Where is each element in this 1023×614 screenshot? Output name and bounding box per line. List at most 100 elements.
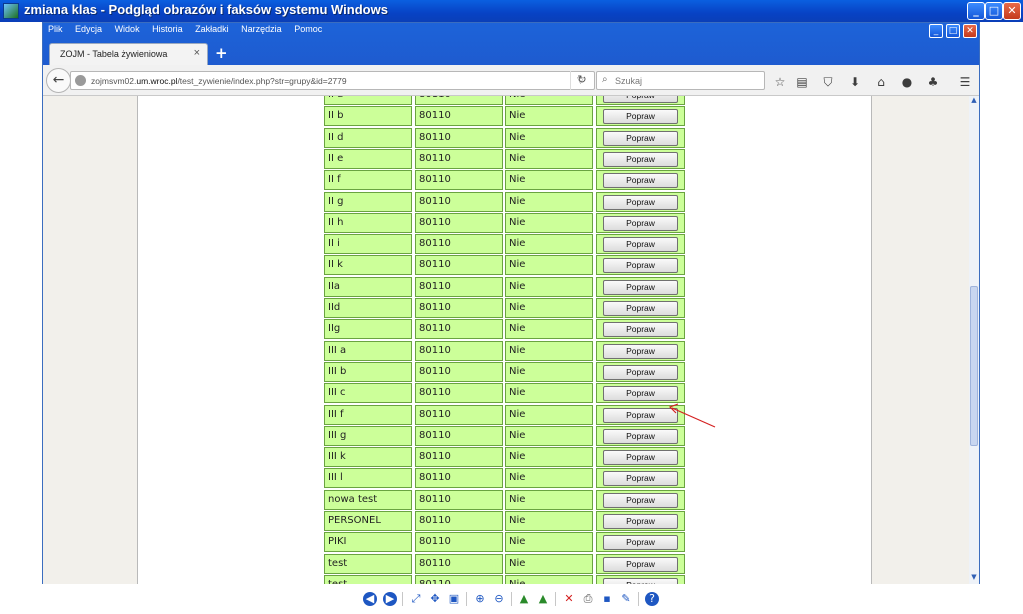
minimize-button[interactable]: _ <box>967 2 985 20</box>
code-cell: 80110 <box>415 511 503 531</box>
url-path: /test_zywienie/index.php?str=grupy&id=27… <box>177 76 347 86</box>
browser-maximize-button[interactable]: □ <box>946 24 960 38</box>
popraw-button[interactable]: Popraw <box>603 279 678 295</box>
bookmark-star-icon[interactable]: ☆ <box>773 75 787 89</box>
flag-cell: Nie <box>505 298 593 318</box>
home-icon[interactable]: ⌂ <box>874 75 888 89</box>
download-icon[interactable]: ⬇ <box>848 75 862 89</box>
menu-widok[interactable]: Widok <box>115 24 140 34</box>
menu-zakladki[interactable]: Zakładki <box>195 24 229 34</box>
flag-cell: Nie <box>505 447 593 468</box>
reading-list-icon[interactable]: ▤ <box>795 75 809 89</box>
hamburger-menu-icon[interactable]: ☰ <box>958 75 972 89</box>
best-fit-icon[interactable]: ⤢ <box>409 592 423 606</box>
popraw-button[interactable]: Popraw <box>603 343 678 359</box>
popraw-button[interactable]: Popraw <box>603 109 678 125</box>
popraw-button[interactable]: Popraw <box>603 407 678 423</box>
group-name-cell: III b <box>324 361 412 382</box>
popraw-button[interactable]: Popraw <box>603 194 678 210</box>
print-icon[interactable]: ⎙ <box>581 592 595 606</box>
zoom-out-icon[interactable]: ⊖ <box>492 592 506 606</box>
flag-cell: Nie <box>505 148 593 169</box>
menu-pomoc[interactable]: Pomoc <box>294 24 322 34</box>
globe-icon <box>75 75 86 86</box>
action-cell: Popraw <box>596 234 685 255</box>
group-name-cell: III f <box>324 404 412 425</box>
action-cell: Popraw <box>596 191 685 212</box>
code-cell: 80110 <box>415 425 503 446</box>
previous-image-icon[interactable]: ◀ <box>363 592 377 606</box>
popraw-button[interactable]: Popraw <box>603 386 678 402</box>
address-bar[interactable]: zojmsvm02.um.wroc.pl/test_zywienie/index… <box>70 71 595 90</box>
scroll-up-icon[interactable]: ▲ <box>969 96 979 106</box>
popraw-button[interactable]: Popraw <box>603 96 678 103</box>
toolbar-divider <box>511 592 512 606</box>
flag-cell: Nie <box>505 404 593 425</box>
code-cell: 80110 <box>415 340 503 361</box>
toolbar-divider <box>402 592 403 606</box>
flag-cell: Nie <box>505 468 593 489</box>
flag-cell: Nie <box>505 276 593 297</box>
zoom-in-icon[interactable]: ⊕ <box>473 592 487 606</box>
vertical-scrollbar[interactable]: ▲ ▼ <box>969 96 979 584</box>
popraw-button[interactable]: Popraw <box>603 556 678 572</box>
close-button[interactable]: ✕ <box>1003 2 1021 20</box>
slideshow-icon[interactable]: ▣ <box>447 592 461 606</box>
group-name-cell: II e <box>324 148 412 169</box>
table-row: III g 80110 Nie Popraw <box>43 425 685 447</box>
popraw-button[interactable]: Popraw <box>603 215 678 231</box>
popraw-button[interactable]: Popraw <box>603 301 678 316</box>
flag-cell: Nie <box>505 255 593 276</box>
popraw-button[interactable]: Popraw <box>603 130 678 146</box>
browser-close-button[interactable]: ✕ <box>963 24 977 38</box>
flag-cell: Nie <box>505 425 593 446</box>
back-arrow-icon[interactable]: ← <box>46 68 71 93</box>
save-icon[interactable]: ▪ <box>600 592 614 606</box>
search-input[interactable]: ⌕ Szukaj <box>596 71 765 90</box>
pocket-icon[interactable]: ⛉ <box>821 75 835 89</box>
toolbar-divider <box>638 592 639 606</box>
code-cell: 80110 <box>415 468 503 489</box>
actual-size-icon[interactable]: ✥ <box>428 592 442 606</box>
popraw-button[interactable]: Popraw <box>603 151 678 167</box>
new-tab-icon[interactable]: + <box>215 44 228 62</box>
group-name-cell: test <box>324 553 412 574</box>
table-row: II g 80110 Nie Popraw <box>43 191 685 213</box>
popraw-button[interactable]: Popraw <box>603 450 678 466</box>
edit-icon[interactable]: ✎ <box>619 592 633 606</box>
extension-icon[interactable]: ♣ <box>926 75 940 89</box>
action-cell: Popraw <box>596 447 685 468</box>
popraw-button[interactable]: Popraw <box>603 535 678 551</box>
popraw-button[interactable]: Popraw <box>603 492 678 508</box>
table-row: PERSONEL 80110 Nie Popraw <box>43 511 685 532</box>
menu-edycja[interactable]: Edycja <box>75 24 102 34</box>
popraw-button[interactable]: Popraw <box>603 237 678 253</box>
menu-historia[interactable]: Historia <box>152 24 183 34</box>
table-row: test80110NiePopraw <box>43 574 685 584</box>
popraw-button[interactable]: Popraw <box>603 364 678 380</box>
next-image-icon[interactable]: ▶ <box>383 592 397 606</box>
scroll-down-icon[interactable]: ▼ <box>969 573 979 583</box>
rotate-clockwise-icon[interactable]: ▲ <box>517 592 531 606</box>
scrollbar-thumb[interactable] <box>970 286 978 446</box>
menu-narzedzia[interactable]: Narzędzia <box>241 24 282 34</box>
reload-icon[interactable]: ↻ <box>570 71 593 90</box>
menu-plik[interactable]: Plik <box>48 24 63 34</box>
table-row: II i 80110 Nie Popraw <box>43 234 685 255</box>
tab-close-icon[interactable]: × <box>194 47 200 59</box>
delete-icon[interactable]: ✕ <box>562 592 576 606</box>
menu-bar: Plik Edycja Widok Historia Zakładki Narz… <box>48 24 332 38</box>
maximize-button[interactable]: □ <box>985 2 1003 20</box>
browser-toolbar-area: Plik Edycja Widok Historia Zakładki Narz… <box>43 23 979 96</box>
rotate-counterclockwise-icon[interactable]: ▲ <box>536 592 550 606</box>
popraw-button[interactable]: Popraw <box>603 322 678 338</box>
chat-icon[interactable]: ● <box>900 75 914 89</box>
popraw-button[interactable]: Popraw <box>603 428 678 444</box>
popraw-button[interactable]: Popraw <box>603 471 678 487</box>
browser-minimize-button[interactable]: _ <box>929 24 943 38</box>
help-icon[interactable]: ? <box>645 592 659 606</box>
popraw-button[interactable]: Popraw <box>603 258 678 274</box>
popraw-button[interactable]: Popraw <box>603 173 678 189</box>
popraw-button[interactable]: Popraw <box>603 514 678 529</box>
tab-active[interactable]: ZOJM - Tabela żywieniowa × <box>49 43 208 65</box>
